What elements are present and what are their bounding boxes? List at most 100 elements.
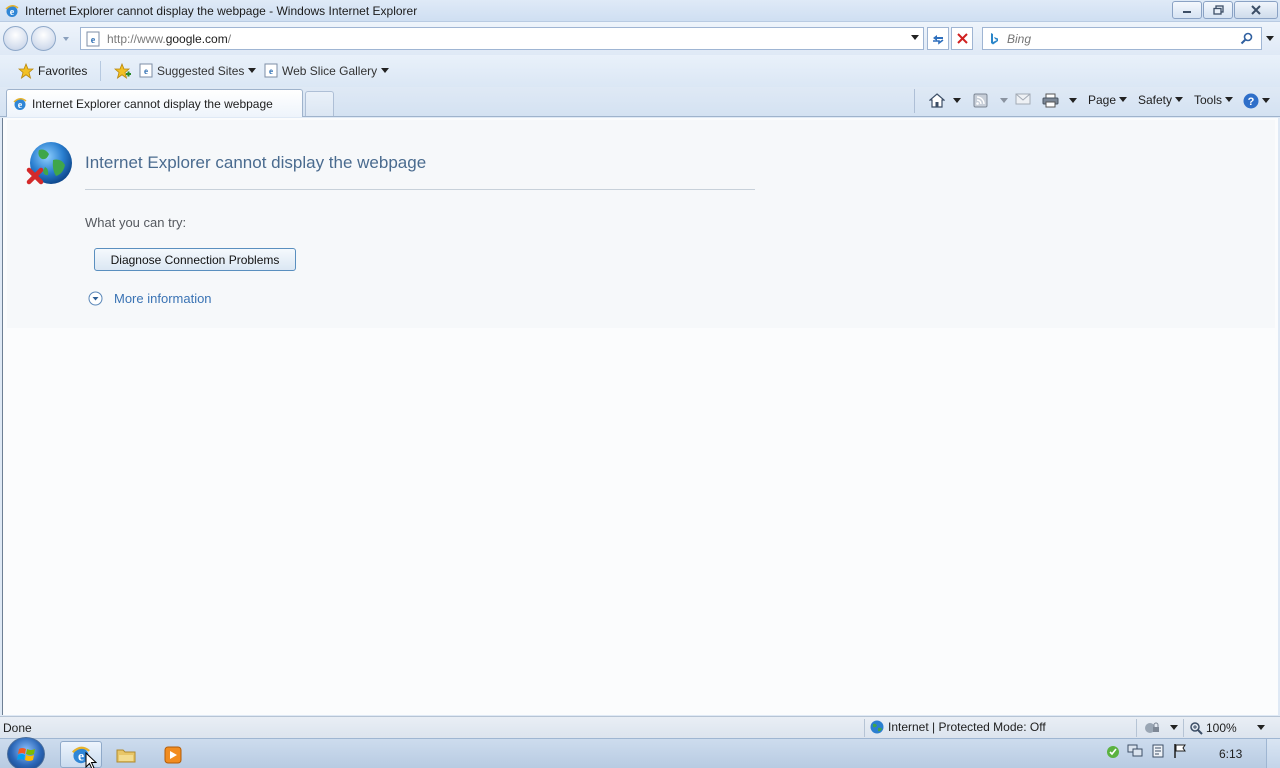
safety-menu-label: Safety (1138, 93, 1173, 107)
address-dropdown-chevron-down-icon[interactable] (911, 35, 919, 41)
mail-icon (1015, 93, 1031, 105)
taskbar-media-player[interactable] (157, 741, 189, 768)
divider (85, 189, 755, 190)
star-icon (18, 63, 34, 79)
url-host: google.com (165, 31, 228, 46)
divider (100, 61, 101, 81)
recent-pages-chevron-down-icon[interactable] (62, 35, 70, 43)
network-icon[interactable] (1126, 743, 1144, 759)
favorites-button[interactable]: Favorites (12, 60, 93, 82)
back-button[interactable] (3, 26, 28, 51)
more-information-label: More information (114, 291, 212, 306)
refresh-icon (933, 34, 944, 45)
start-button[interactable] (7, 737, 45, 768)
forward-button[interactable] (31, 26, 56, 51)
internet-explorer-icon: e (5, 4, 19, 18)
page-menu-label: Page (1088, 93, 1117, 107)
home-icon (929, 93, 945, 108)
home-button[interactable] (929, 93, 961, 108)
action-center-shield-icon[interactable] (1104, 743, 1122, 759)
help-icon: ? (1243, 93, 1259, 109)
show-desktop-button[interactable] (1266, 739, 1280, 768)
address-bar[interactable]: e http://www.google.com/ (80, 27, 924, 50)
ie-page-icon: e (139, 63, 153, 78)
tab-label: Internet Explorer cannot display the web… (32, 96, 273, 111)
help-menu[interactable]: ? (1243, 93, 1270, 109)
popup-settings-button[interactable] (1144, 721, 1178, 735)
svg-text:e: e (91, 35, 96, 46)
media-player-icon (164, 746, 182, 763)
security-zone-label: Internet | Protected Mode: Off (888, 720, 1046, 734)
url-prefix: http://www. (107, 31, 166, 46)
stop-icon (956, 33, 968, 44)
status-bar: Done Internet | Protected Mode: Off 100% (0, 716, 1280, 738)
taskbar-clock[interactable]: 6:13 (1219, 747, 1242, 761)
feeds-button[interactable] (973, 93, 1008, 108)
url-text[interactable]: http://www.google.com/ (107, 32, 231, 46)
web-slice-gallery-link[interactable]: e Web Slice Gallery (264, 63, 390, 78)
error-panel: Internet Explorer cannot display the web… (7, 120, 1275, 328)
close-button[interactable] (1234, 1, 1278, 19)
globe-error-icon (26, 142, 72, 185)
chevron-down-icon (953, 97, 961, 103)
restore-icon (1212, 5, 1224, 15)
volume-icon[interactable] (1150, 743, 1166, 759)
zoom-button[interactable]: 100% (1190, 721, 1265, 735)
restore-button[interactable] (1203, 1, 1233, 19)
svg-text:e: e (144, 66, 148, 76)
error-title: Internet Explorer cannot display the web… (85, 153, 427, 172)
windows-logo-icon (17, 748, 35, 761)
tab-error-page[interactable]: e Internet Explorer cannot display the w… (6, 89, 303, 117)
chevron-down-icon (1175, 97, 1184, 102)
divider (914, 89, 915, 113)
search-icon[interactable] (1240, 32, 1253, 45)
print-button[interactable] (1042, 93, 1077, 108)
chevron-down-icon (381, 67, 390, 73)
favorites-label: Favorites (38, 64, 88, 78)
suggested-sites-link[interactable]: e Suggested Sites (139, 63, 257, 78)
page-content: Internet Explorer cannot display the web… (2, 118, 1278, 715)
add-to-favorites-bar-icon[interactable] (114, 63, 132, 79)
navigation-bar: e http://www.google.com/ (0, 22, 1280, 55)
close-icon (1251, 5, 1261, 15)
title-bar: e Internet Explorer cannot display the w… (0, 0, 1280, 22)
url-suffix: / (227, 31, 232, 46)
stop-button[interactable] (951, 27, 973, 50)
window-title: Internet Explorer cannot display the web… (25, 3, 418, 18)
svg-text:e: e (18, 100, 23, 111)
chevron-down-icon (1119, 97, 1128, 102)
svg-text:e: e (269, 66, 273, 76)
search-options-chevron-down-icon[interactable] (1266, 36, 1274, 42)
minimize-button[interactable] (1172, 1, 1202, 19)
security-zone[interactable]: Internet | Protected Mode: Off (870, 720, 1046, 734)
chevron-down-icon (1225, 97, 1234, 102)
search-box[interactable] (982, 27, 1262, 50)
page-menu[interactable]: Page (1088, 93, 1128, 107)
bing-icon (991, 32, 998, 44)
what-you-can-try-label: What you can try: (85, 215, 187, 230)
ie-page-icon: e (264, 63, 278, 78)
chevron-down-icon (1256, 725, 1265, 730)
system-tray (1096, 743, 1188, 759)
favorites-bar: Favorites e Suggested Sites e Web Slice … (0, 55, 1280, 87)
tab-bar: e Internet Explorer cannot display the w… (0, 87, 1280, 117)
read-mail-button[interactable] (1015, 93, 1031, 105)
svg-text:e: e (78, 748, 84, 763)
printer-icon (1042, 93, 1059, 108)
mouse-cursor-icon (85, 752, 97, 768)
taskbar-windows-explorer[interactable] (110, 741, 142, 768)
flag-icon[interactable] (1172, 743, 1188, 759)
tools-menu[interactable]: Tools (1194, 93, 1234, 107)
tools-menu-label: Tools (1194, 93, 1223, 107)
more-information-toggle[interactable]: More information (88, 291, 212, 306)
search-input[interactable] (1007, 31, 1227, 46)
refresh-button[interactable] (927, 27, 949, 50)
safety-menu[interactable]: Safety (1138, 93, 1184, 107)
svg-text:e: e (10, 7, 15, 18)
diagnose-connection-problems-button[interactable]: Diagnose Connection Problems (94, 248, 296, 271)
zoom-level: 100% (1206, 721, 1237, 735)
status-text: Done (3, 721, 32, 735)
svg-text:?: ? (1248, 96, 1255, 108)
chevron-down-icon (1262, 98, 1270, 103)
new-tab-button[interactable] (305, 91, 334, 116)
